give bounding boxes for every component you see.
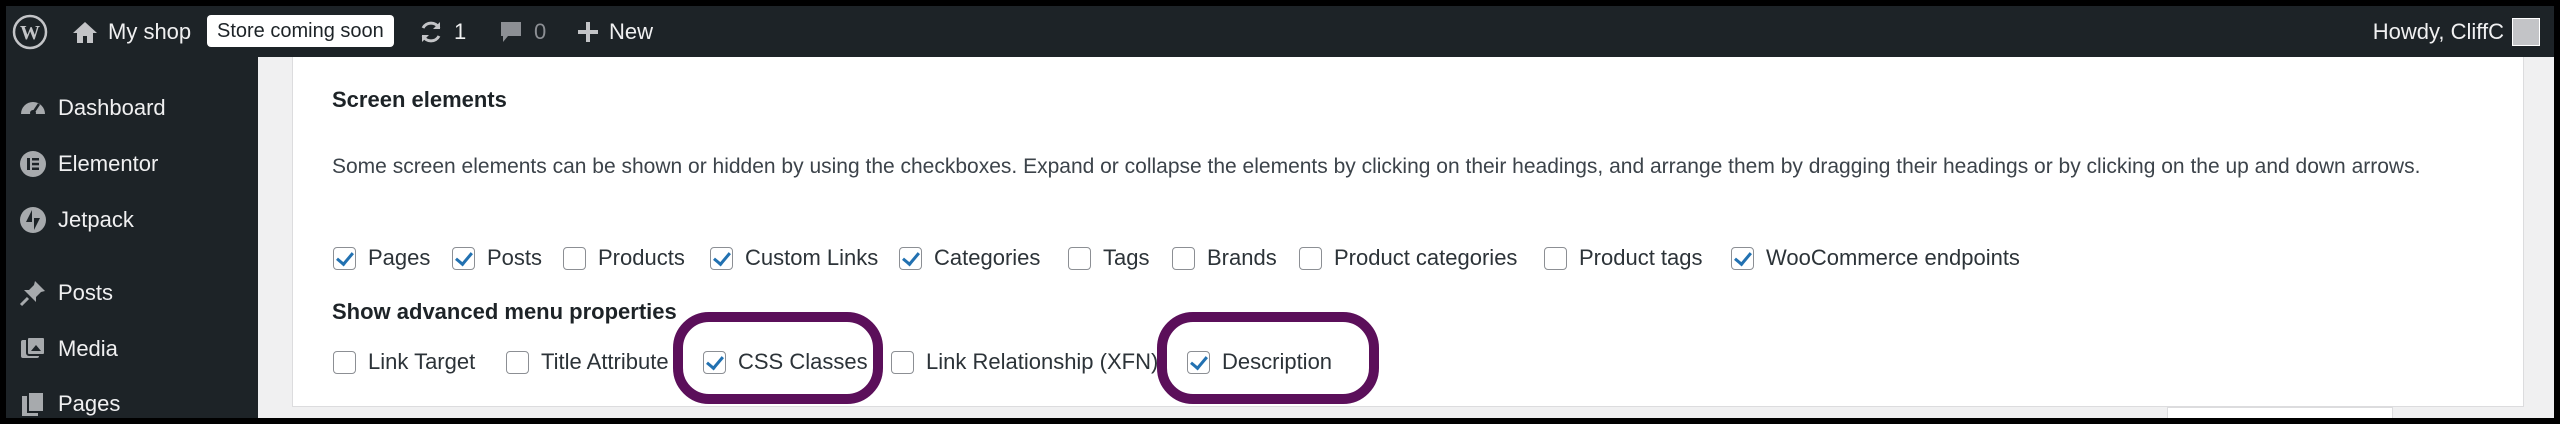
checkbox-box[interactable] bbox=[506, 350, 529, 374]
sidebar-item-pages[interactable]: Pages bbox=[6, 384, 258, 418]
checkbox-pages[interactable]: Pages bbox=[333, 245, 430, 271]
checkbox-woocommerce-endpoints[interactable]: WooCommerce endpoints bbox=[1731, 245, 2020, 271]
checkbox-box[interactable] bbox=[1731, 246, 1754, 270]
screen: W My shop Store coming soon 1 0 New Howd… bbox=[6, 6, 2554, 418]
pages-icon bbox=[18, 389, 48, 418]
checkbox-tags[interactable]: Tags bbox=[1068, 245, 1149, 271]
checkbox-product-categories[interactable]: Product categories bbox=[1299, 245, 1517, 271]
checkbox-box[interactable] bbox=[1299, 246, 1322, 270]
store-status-badge[interactable]: Store coming soon bbox=[207, 15, 394, 47]
checkbox-box[interactable] bbox=[333, 246, 356, 270]
comment-icon bbox=[501, 21, 521, 42]
comments-count: 0 bbox=[534, 18, 547, 44]
checkbox-label: Description bbox=[1222, 349, 1333, 374]
sidebar-item-label: Pages bbox=[58, 391, 121, 416]
checkbox-label: WooCommerce endpoints bbox=[1766, 245, 2020, 270]
checkbox-posts[interactable]: Posts bbox=[452, 245, 542, 271]
checkbox-link-relationship[interactable]: Link Relationship (XFN) bbox=[891, 349, 1158, 375]
admin-sidebar: Dashboard Elementor Jetpack Posts Media bbox=[6, 57, 258, 418]
checkbox-box[interactable] bbox=[452, 246, 475, 270]
checkbox-label: Link Relationship (XFN) bbox=[926, 349, 1159, 374]
sidebar-item-elementor[interactable]: Elementor bbox=[6, 144, 258, 184]
checkbox-label: Products bbox=[598, 245, 685, 270]
updates-count: 1 bbox=[454, 18, 467, 44]
checkbox-label: CSS Classes bbox=[738, 349, 868, 374]
greeting-text: Howdy, CliffC bbox=[2372, 18, 2504, 44]
sidebar-item-label: Jetpack bbox=[58, 207, 134, 232]
plus-icon bbox=[578, 21, 598, 42]
new-content-link[interactable]: New bbox=[577, 6, 653, 57]
sidebar-item-label: Media bbox=[58, 336, 118, 361]
checkbox-title-attribute[interactable]: Title Attribute bbox=[506, 349, 669, 375]
checkbox-label: Custom Links bbox=[745, 245, 879, 270]
new-label: New bbox=[609, 18, 654, 44]
checkbox-box[interactable] bbox=[1172, 246, 1195, 270]
checkbox-label: Brands bbox=[1207, 245, 1277, 270]
checkbox-box[interactable] bbox=[703, 350, 726, 374]
checkbox-box[interactable] bbox=[333, 350, 356, 374]
advanced-properties-heading: Show advanced menu properties bbox=[332, 299, 677, 324]
checkbox-product-tags[interactable]: Product tags bbox=[1544, 245, 1703, 271]
site-name: My shop bbox=[108, 18, 192, 44]
sidebar-item-media[interactable]: Media bbox=[6, 329, 258, 369]
media-icon bbox=[18, 334, 48, 364]
avatar[interactable] bbox=[2512, 18, 2540, 46]
pin-icon bbox=[18, 278, 48, 308]
checkbox-box[interactable] bbox=[710, 246, 733, 270]
checkbox-label: Product tags bbox=[1579, 245, 1703, 270]
home-icon bbox=[73, 21, 97, 43]
checkbox-box[interactable] bbox=[899, 246, 922, 270]
checkbox-label: Posts bbox=[487, 245, 543, 270]
checkbox-box[interactable] bbox=[1187, 350, 1210, 374]
screen-elements-description: Some screen elements can be shown or hid… bbox=[332, 155, 2421, 178]
site-link[interactable]: My shop bbox=[72, 6, 191, 57]
checkbox-label: Product categories bbox=[1334, 245, 1518, 270]
sidebar-item-posts[interactable]: Posts bbox=[6, 273, 258, 313]
admin-bar: W My shop Store coming soon 1 0 New Howd… bbox=[6, 6, 2554, 57]
checkbox-products[interactable]: Products bbox=[563, 245, 685, 271]
sidebar-item-label: Elementor bbox=[58, 151, 159, 176]
screen-elements-heading: Screen elements bbox=[332, 87, 507, 112]
screen-options-panel: Screen elements Some screen elements can… bbox=[292, 57, 2524, 407]
dashboard-icon bbox=[18, 93, 48, 123]
checkbox-custom-links[interactable]: Custom Links bbox=[710, 245, 878, 271]
wordpress-logo-icon[interactable]: W bbox=[12, 6, 48, 57]
sidebar-item-jetpack[interactable]: Jetpack bbox=[6, 200, 258, 240]
elementor-icon bbox=[18, 149, 48, 179]
sidebar-item-dashboard[interactable]: Dashboard bbox=[6, 88, 258, 128]
jetpack-icon bbox=[18, 205, 48, 235]
checkbox-label: Pages bbox=[368, 245, 431, 270]
checkbox-box[interactable] bbox=[1068, 246, 1091, 270]
checkbox-css-classes[interactable]: CSS Classes bbox=[703, 349, 868, 375]
menu-settings-box bbox=[2167, 407, 2393, 418]
sidebar-item-label: Posts bbox=[58, 280, 114, 305]
checkbox-label: Tags bbox=[1103, 245, 1150, 270]
checkbox-box[interactable] bbox=[891, 350, 914, 374]
comments-link[interactable]: 0 bbox=[498, 6, 546, 57]
checkbox-brands[interactable]: Brands bbox=[1172, 245, 1277, 271]
checkbox-label: Title Attribute bbox=[541, 349, 669, 374]
refresh-icon bbox=[421, 21, 441, 42]
checkbox-box[interactable] bbox=[1544, 246, 1567, 270]
account-menu[interactable]: Howdy, CliffC bbox=[2373, 6, 2504, 57]
checkbox-description[interactable]: Description bbox=[1187, 349, 1332, 375]
updates-link[interactable]: 1 bbox=[418, 6, 466, 57]
svg-text:W: W bbox=[20, 22, 40, 44]
checkbox-link-target[interactable]: Link Target bbox=[333, 349, 475, 375]
checkbox-label: Link Target bbox=[368, 349, 476, 374]
checkbox-box[interactable] bbox=[563, 246, 586, 270]
checkbox-categories[interactable]: Categories bbox=[899, 245, 1040, 271]
checkbox-label: Categories bbox=[934, 245, 1041, 270]
sidebar-item-label: Dashboard bbox=[58, 95, 166, 120]
